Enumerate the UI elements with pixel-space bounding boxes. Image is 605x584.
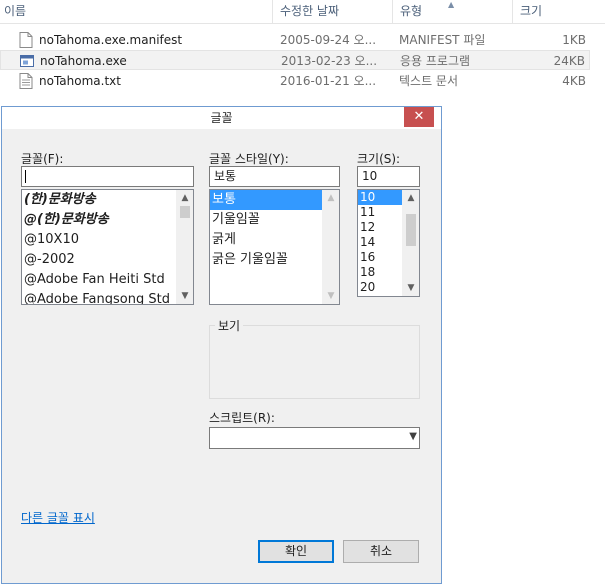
document-icon [19,32,33,48]
file-row[interactable]: noTahoma.txt 2016-01-21 오... 텍스트 문서 4KB [0,71,590,91]
chevron-down-icon: ▼ [409,431,417,442]
column-separator[interactable] [272,0,273,24]
list-item[interactable]: @Adobe Fangsong Std [22,290,193,304]
font-list-scrollbar[interactable]: ▲ ▼ [176,190,193,304]
preview-group [209,325,420,399]
cancel-button[interactable]: 취소 [343,540,419,563]
font-style-scrollbar[interactable]: ▲ ▼ [322,190,339,304]
scroll-thumb[interactable] [180,206,190,218]
font-dialog: 글꼴 ✕ 글꼴(F): (한)문화방송 @(한)문화방송 @10X10 @-20… [1,106,442,584]
list-item[interactable]: (한)문화방송 [22,190,193,210]
font-size-scrollbar[interactable]: ▲ ▼ [402,190,419,296]
list-item[interactable]: @(한)문화방송 [22,210,193,230]
application-icon [20,55,34,67]
font-style-label: 글꼴 스타일(Y): [209,152,289,166]
scroll-up-icon[interactable]: ▲ [323,190,339,206]
font-size-list[interactable]: 10 11 12 14 16 18 20 ▲ ▼ [357,189,420,297]
font-size-label: 크기(S): [357,152,401,166]
ok-button[interactable]: 확인 [258,540,334,563]
text-document-icon [19,73,33,89]
scroll-down-icon[interactable]: ▼ [177,288,193,304]
font-style-list[interactable]: 보통 기울임꼴 굵게 굵은 기울임꼴 ▲ ▼ [209,189,340,305]
scroll-down-icon[interactable]: ▼ [323,288,339,304]
column-separator[interactable] [392,0,393,24]
script-select[interactable]: ▼ [209,427,420,449]
preview-label: 보기 [215,317,244,334]
scroll-thumb[interactable] [406,214,416,246]
script-label: 스크립트(R): [209,411,275,425]
column-size[interactable]: 크기 [516,0,590,24]
font-style-input[interactable]: 보통 [209,166,340,187]
list-item[interactable]: 굵은 기울임꼴 [210,250,339,270]
dialog-titlebar[interactable]: 글꼴 ✕ [2,107,441,129]
list-item[interactable]: 보통 [210,190,322,210]
dialog-title: 글꼴 [210,111,233,125]
list-item[interactable]: 10 [358,190,402,205]
list-item[interactable]: 굵게 [210,230,339,250]
file-row[interactable]: noTahoma.exe.manifest 2005-09-24 오... MA… [0,30,590,50]
sort-up-icon: ▲ [448,0,455,9]
column-header: 이름 수정한 날짜 유형 ▲ 크기 [0,0,605,24]
font-name-input[interactable] [21,166,194,187]
text-caret [25,170,26,183]
show-more-fonts-link[interactable]: 다른 글꼴 표시 [21,509,95,526]
font-list[interactable]: (한)문화방송 @(한)문화방송 @10X10 @-2002 @Adobe Fa… [21,189,194,305]
list-item[interactable]: 기울임꼴 [210,210,339,230]
list-item[interactable]: @-2002 [22,250,193,270]
column-name[interactable]: 이름 [0,0,272,24]
list-item[interactable]: @Adobe Fan Heiti Std [22,270,193,290]
scroll-up-icon[interactable]: ▲ [403,190,419,206]
scroll-up-icon[interactable]: ▲ [177,190,193,206]
close-button[interactable]: ✕ [404,107,434,127]
close-icon: ✕ [413,109,425,124]
scroll-down-icon[interactable]: ▼ [403,280,419,296]
column-date[interactable]: 수정한 날짜 [276,0,392,24]
list-item[interactable]: @10X10 [22,230,193,250]
file-row[interactable]: noTahoma.exe 2013-02-23 오... 응용 프로그램 24K… [0,50,590,70]
column-separator[interactable] [512,0,513,24]
font-label: 글꼴(F): [21,152,64,166]
font-size-input[interactable]: 10 [357,166,420,187]
